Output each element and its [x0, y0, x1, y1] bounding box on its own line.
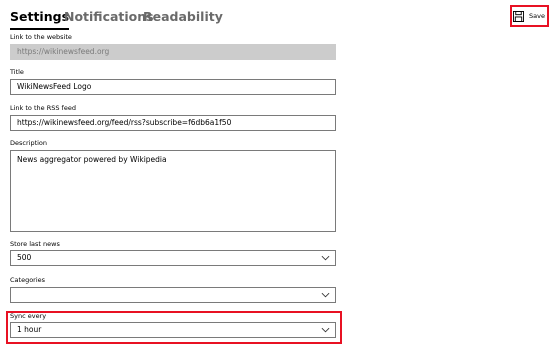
- save-icon: [513, 10, 524, 22]
- tab-notifications[interactable]: Notifications: [64, 8, 154, 26]
- chevron-down-icon: [321, 255, 330, 261]
- website-field: https://wikinewsfeed.org: [10, 44, 336, 60]
- sync-every-value: 1 hour: [17, 325, 42, 334]
- categories-label: Categories: [10, 276, 46, 284]
- description-label: Description: [10, 139, 48, 147]
- sync-every-select[interactable]: 1 hour: [10, 322, 336, 338]
- save-button[interactable]: Save: [513, 8, 547, 24]
- title-label: Title: [10, 68, 24, 76]
- store-last-news-value: 500: [17, 253, 32, 262]
- title-field[interactable]: WikiNewsFeed Logo: [10, 79, 336, 95]
- sync-every-label: Sync every: [10, 312, 47, 320]
- categories-select[interactable]: [10, 287, 336, 303]
- rss-label: Link to the RSS feed: [10, 104, 76, 112]
- description-field[interactable]: News aggregator powered by Wikipedia: [10, 150, 336, 232]
- save-button-label: Save: [529, 12, 545, 20]
- rss-field[interactable]: https://wikinewsfeed.org/feed/rss?subscr…: [10, 115, 336, 131]
- store-last-news-label: Store last news: [10, 240, 60, 248]
- website-label: Link to the website: [10, 33, 72, 41]
- store-last-news-select[interactable]: 500: [10, 250, 336, 266]
- chevron-down-icon: [321, 292, 330, 298]
- chevron-down-icon: [321, 327, 330, 333]
- tab-readability[interactable]: Readability: [143, 8, 223, 26]
- tab-settings[interactable]: Settings: [10, 8, 70, 30]
